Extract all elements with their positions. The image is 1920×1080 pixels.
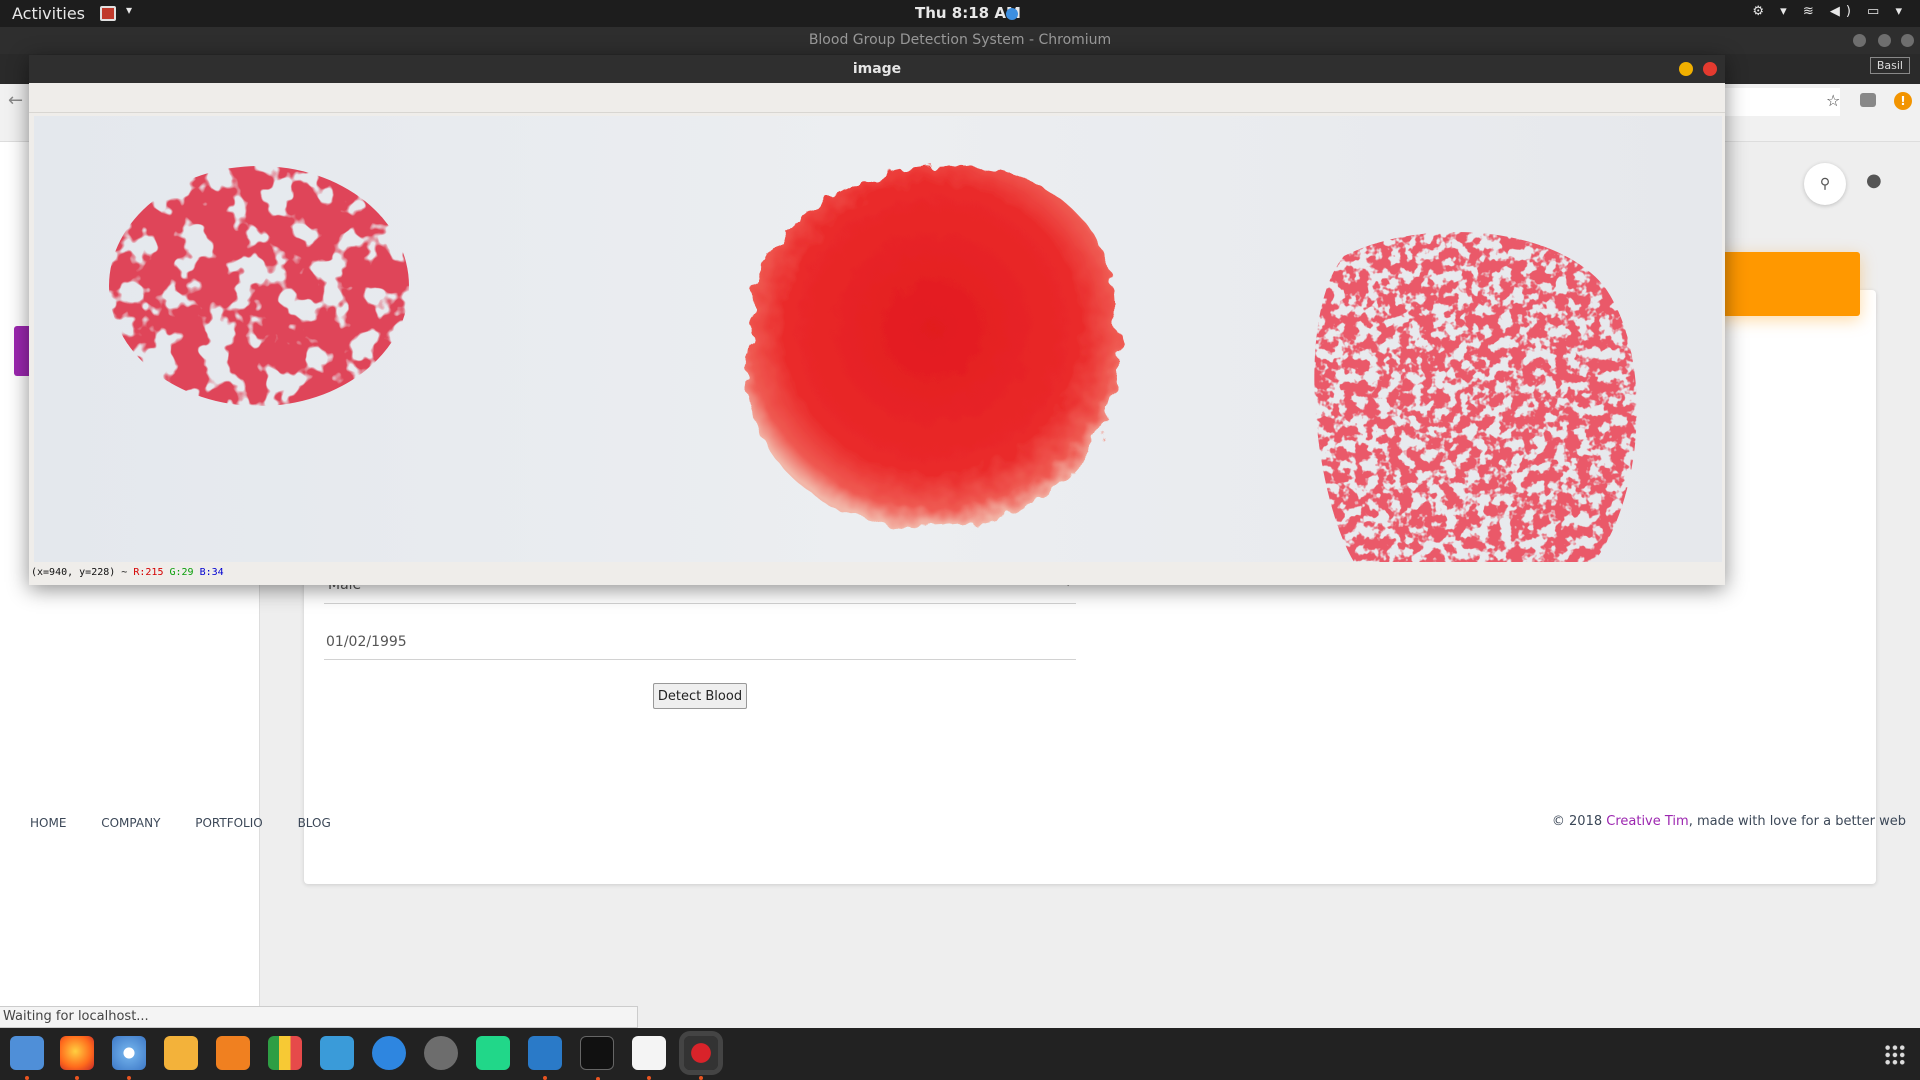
pixel-coords: (x=940, y=228) ~ xyxy=(31,567,134,578)
search-icon[interactable]: ⚲ xyxy=(1804,163,1846,205)
image-window-toolbar xyxy=(29,83,1725,113)
browser-title-bar: Blood Group Detection System - Chromium xyxy=(0,27,1920,54)
text-editor-icon[interactable] xyxy=(632,1036,666,1080)
finder-icon[interactable] xyxy=(10,1036,44,1080)
sidebar-active-item[interactable] xyxy=(14,326,30,376)
image-window-title-bar[interactable]: image xyxy=(29,55,1725,83)
footer-link-company[interactable]: COMPANY xyxy=(101,816,160,830)
chevron-down-icon[interactable]: ▾ xyxy=(126,3,132,17)
minimize-icon[interactable] xyxy=(1853,34,1866,47)
firefox-icon[interactable] xyxy=(60,1036,94,1080)
chromium-icon[interactable] xyxy=(112,1036,146,1080)
pixel-blue: B:34 xyxy=(199,567,224,578)
copyright-suffix: , made with love for a better web xyxy=(1688,814,1906,829)
warning-icon[interactable]: ! xyxy=(1894,92,1912,110)
detect-blood-button[interactable]: Detect Blood xyxy=(653,683,747,709)
profile-button[interactable]: Basil xyxy=(1869,57,1910,74)
pixel-green: G:29 xyxy=(169,567,194,578)
terminal-icon[interactable] xyxy=(580,1036,614,1080)
image-window-title: image xyxy=(852,61,902,77)
pixel-readout: (x=940, y=228) ~ R:215 G:29 B:34 xyxy=(31,567,224,578)
date-of-birth-value: 01/02/1995 xyxy=(326,634,407,650)
browser-status-bubble: Waiting for localhost... xyxy=(0,1006,638,1028)
close-icon[interactable] xyxy=(1901,34,1914,47)
footer-nav: HOME COMPANY PORTFOLIO BLOG xyxy=(30,816,362,830)
settings-icon[interactable] xyxy=(424,1036,458,1070)
app-grid-icon[interactable] xyxy=(1884,1044,1906,1066)
footer-link-home[interactable]: HOME xyxy=(30,816,66,830)
maximize-icon[interactable] xyxy=(1878,34,1891,47)
notification-icon xyxy=(1006,8,1018,20)
spreadsheet-icon[interactable] xyxy=(268,1036,302,1070)
recorder-icon[interactable] xyxy=(684,1036,718,1080)
date-of-birth-field[interactable]: 01/02/1995 xyxy=(324,626,1076,660)
notes-icon[interactable] xyxy=(164,1036,198,1070)
vlc-icon[interactable] xyxy=(216,1036,250,1070)
opencv-image-window: image (x=940, y=228) ~ R:215 G:29 B:34 xyxy=(29,55,1725,585)
dock xyxy=(0,1028,1920,1080)
close-icon[interactable] xyxy=(1703,62,1717,76)
activities-button[interactable]: Activities xyxy=(12,4,85,23)
bookmark-star-icon[interactable]: ☆ xyxy=(1826,91,1840,110)
copyright-prefix: © 2018 xyxy=(1551,814,1607,829)
system-tray[interactable]: ⚙ ▾ ≋ ◀) ▭ ▾ xyxy=(1752,4,1908,19)
user-icon[interactable]: ● xyxy=(1866,170,1882,191)
pycharm-icon[interactable] xyxy=(476,1036,510,1070)
pixel-red: R:215 xyxy=(133,567,164,578)
footer-link-portfolio[interactable]: PORTFOLIO xyxy=(195,816,263,830)
blood-sample-image[interactable] xyxy=(34,116,1722,562)
vscode-icon[interactable] xyxy=(528,1036,562,1080)
app-store-icon[interactable] xyxy=(372,1036,406,1070)
footer-link-blog[interactable]: BLOG xyxy=(298,816,331,830)
window-icon[interactable] xyxy=(320,1036,354,1070)
browser-window-title: Blood Group Detection System - Chromium xyxy=(808,32,1112,48)
back-arrow-icon[interactable]: ← xyxy=(8,90,23,111)
clock[interactable]: Thu 8:18 AM xyxy=(915,4,1021,22)
creative-tim-link[interactable]: Creative Tim xyxy=(1606,814,1688,829)
footer-copyright: © 2018 Creative Tim, made with love for … xyxy=(1552,814,1906,829)
sample-uniform xyxy=(746,165,1120,528)
system-top-bar: Activities ▾ Thu 8:18 AM ⚙ ▾ ≋ ◀) ▭ ▾ xyxy=(0,0,1920,27)
minimize-icon[interactable] xyxy=(1679,62,1693,76)
camera-icon[interactable] xyxy=(1860,93,1876,107)
app-menu-icon[interactable] xyxy=(100,6,116,21)
